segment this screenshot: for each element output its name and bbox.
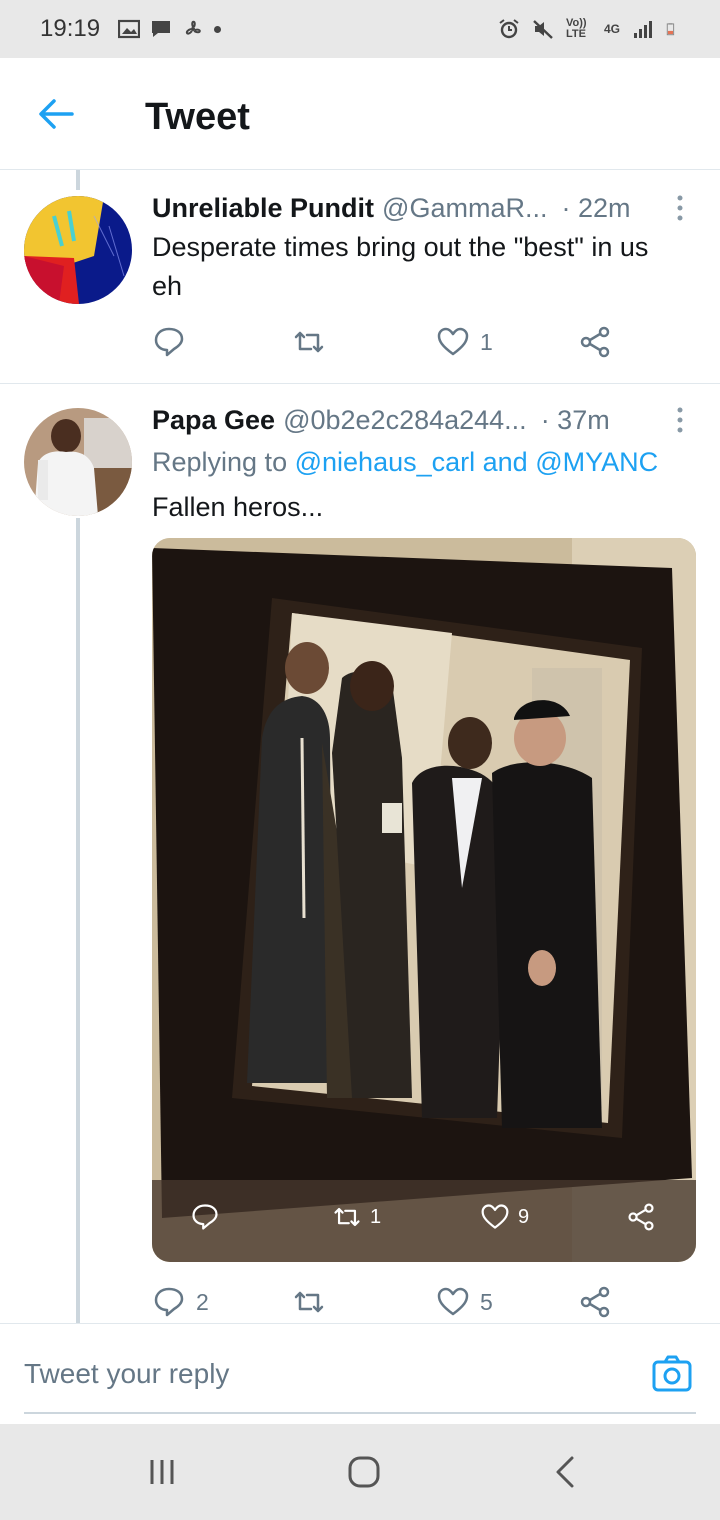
author-name[interactable]: Papa Gee [152,405,275,436]
thread-line [76,518,80,1324]
retweet-button[interactable] [292,1285,336,1319]
media-action-bar: 1 9 [152,1180,696,1262]
like-button[interactable]: 1 [436,325,493,359]
reply-button[interactable] [152,325,196,359]
app-header: Tweet [0,58,720,170]
reply-button[interactable]: 2 [152,1285,209,1319]
media-share-button[interactable] [626,1202,656,1232]
fan-icon [185,20,201,35]
heart-icon [481,1204,509,1229]
back-arrow-icon[interactable] [36,96,76,132]
page-title: Tweet [145,96,250,138]
share-icon [580,1286,610,1318]
retweet-icon [294,331,324,353]
tweet-divider [0,383,720,384]
gallery-icon [118,19,141,39]
mute-icon [533,20,553,39]
back-nav-icon[interactable] [546,1454,586,1490]
heart-icon [437,327,469,356]
battery-icon [666,23,675,36]
author-handle[interactable]: @0b2e2c284a244... [283,405,527,436]
more-options-icon[interactable] [674,406,686,434]
tweet-actions: 1 [152,325,672,365]
alarm-icon [499,19,519,39]
tweet-text: Desperate times bring out the "best" in … [152,232,649,301]
share-icon [580,326,610,358]
reply-compose-box[interactable]: Tweet your reply [24,1340,696,1414]
media-retweet-count: 1 [370,1205,382,1228]
media-retweet-button[interactable]: 1 [332,1202,381,1232]
recent-apps-icon[interactable] [142,1454,182,1490]
more-options-icon[interactable] [674,194,686,222]
reply-input[interactable]: Tweet your reply [24,1358,229,1390]
heart-icon [437,1287,469,1316]
media-like-button[interactable]: 9 [480,1202,529,1232]
retweet-button[interactable] [292,325,336,359]
reply-icon [192,1204,218,1230]
author-name[interactable]: Unreliable Pundit [152,193,374,224]
camera-icon[interactable] [652,1354,692,1394]
tweet-header: Papa Gee @0b2e2c284a244... · 37m [152,405,672,436]
tweet-text: Fallen heros... [152,492,324,522]
avatar[interactable] [24,408,132,516]
replying-to: Replying to @niehaus_carl and @MYANC [152,447,658,478]
replying-prefix: Replying to [152,447,288,477]
mention-link[interactable]: @niehaus_carl [295,447,476,477]
thread-line-top [76,170,80,190]
framed-photo-image [152,538,696,1262]
share-icon [628,1203,654,1231]
like-button[interactable]: 5 [436,1285,493,1319]
volte-icon: Vo)) LTE [565,17,587,40]
reply-icon [154,327,184,357]
media-reply-button[interactable] [190,1202,220,1232]
media-like-count: 9 [518,1205,530,1228]
status-bar: 19:19 Vo)) LTE 4G [0,0,720,58]
tweet-actions: 2 5 [152,1285,672,1325]
tweet-header: Unreliable Pundit @GammaR... · 22m [152,193,672,224]
reply-divider [0,1323,720,1324]
reply-count: 2 [196,1288,209,1315]
mention-link[interactable]: @MYANC [535,447,658,477]
status-system-icons: Vo)) LTE 4G [498,18,680,40]
dot-icon [214,25,222,33]
tweet-photo[interactable]: 1 9 [152,538,696,1262]
like-count: 1 [480,328,493,355]
signal-icon [634,21,652,38]
mention-and[interactable]: and [483,447,528,477]
status-time: 19:19 [40,15,101,42]
author-handle[interactable]: @GammaR... [382,193,547,224]
home-icon[interactable] [344,1454,384,1490]
system-nav-bar [0,1424,720,1520]
tweet-time: · 22m [561,193,631,223]
4g-icon: 4G [603,22,620,36]
share-button[interactable] [578,325,612,359]
avatar[interactable] [24,196,132,304]
chat-icon [152,21,171,37]
retweet-icon [334,1207,360,1227]
like-count: 5 [480,1288,493,1315]
tweet-time: · 37m [540,405,610,435]
retweet-icon [294,1291,324,1313]
status-notification-icons [118,19,222,39]
reply-icon [154,1287,184,1317]
share-button[interactable] [578,1285,612,1319]
